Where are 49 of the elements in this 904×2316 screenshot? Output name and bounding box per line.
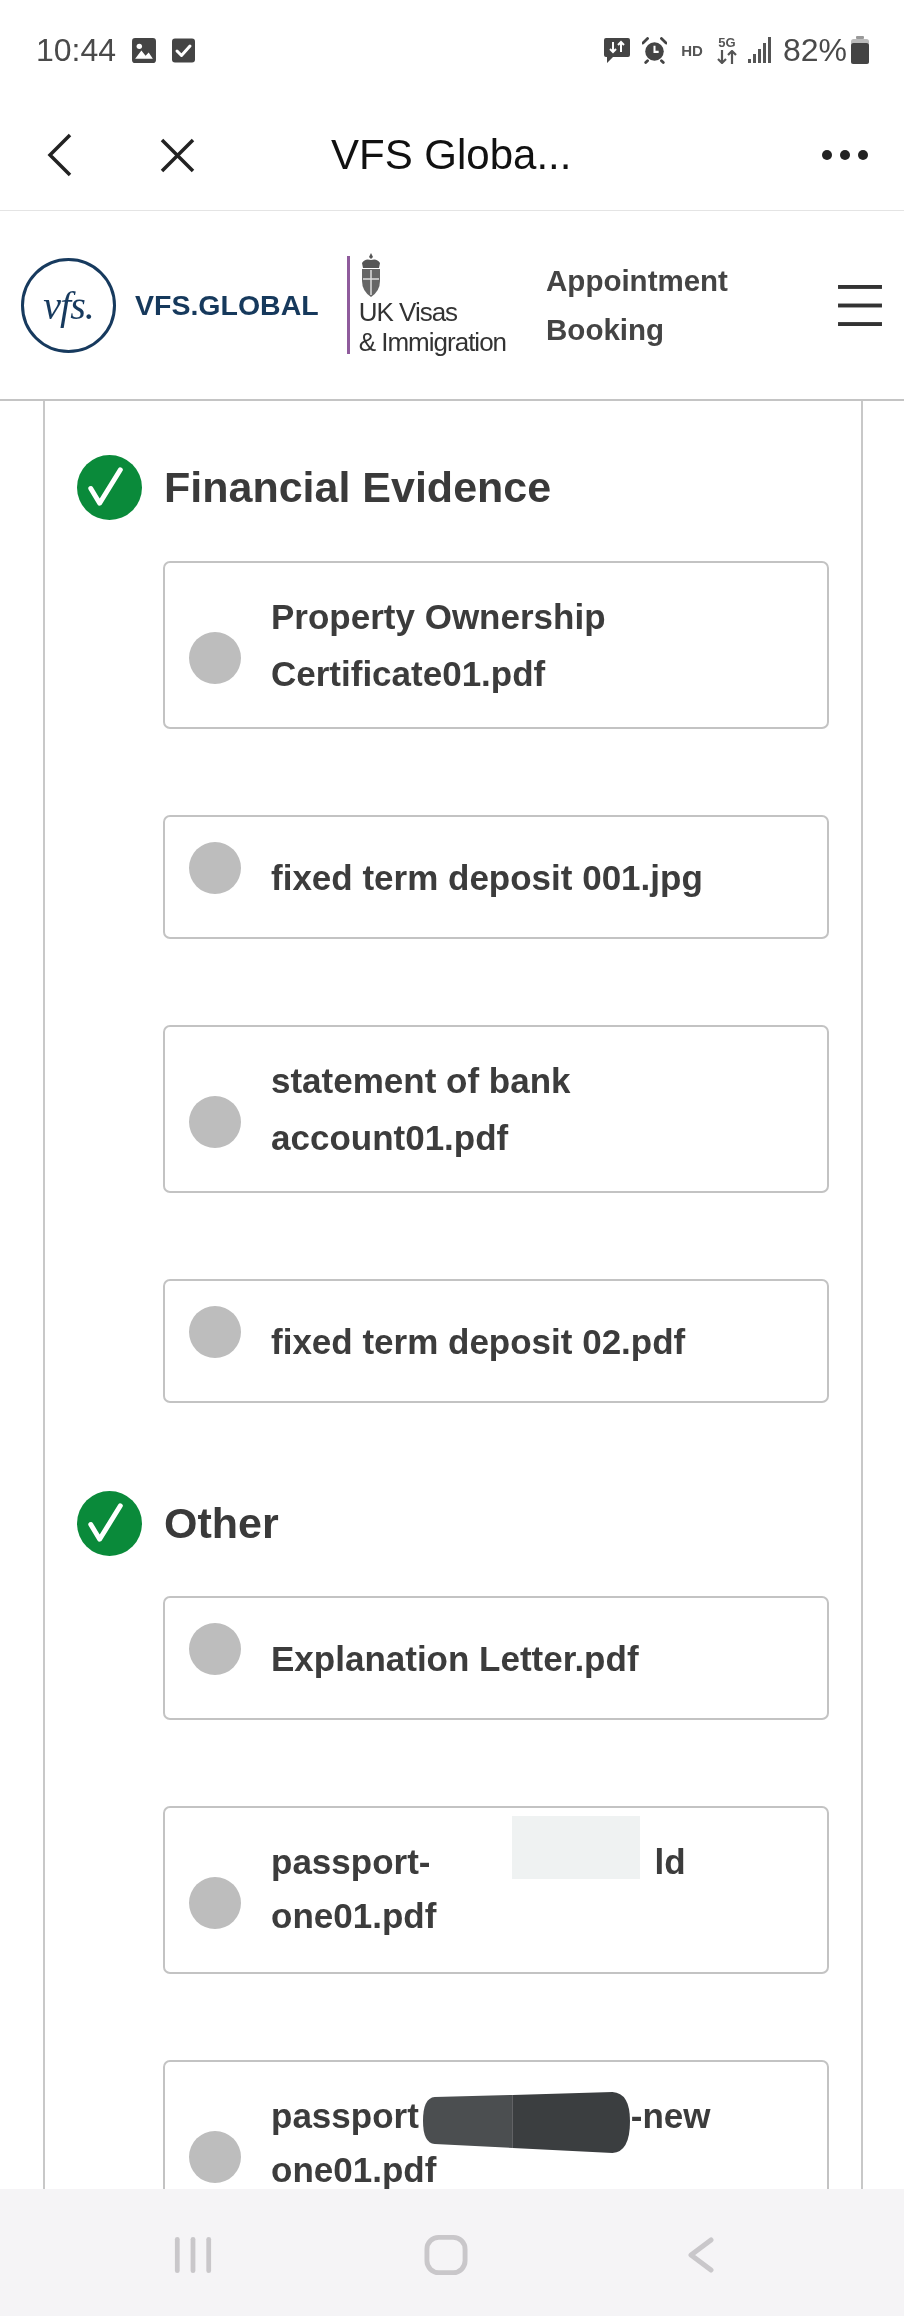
hd-label: HD bbox=[681, 42, 703, 58]
section-title: Financial Evidence bbox=[164, 462, 552, 513]
file-name-end: -new bbox=[630, 2095, 711, 2137]
logo-name: VFS.GLOBAL bbox=[135, 288, 319, 322]
radio-button[interactable] bbox=[189, 2131, 241, 2183]
clock-time: 10:44 bbox=[36, 34, 117, 66]
home-icon[interactable] bbox=[424, 2234, 468, 2276]
message-icon bbox=[603, 36, 632, 64]
radio-button[interactable] bbox=[189, 1623, 241, 1675]
radio-button[interactable] bbox=[189, 1096, 241, 1148]
file-name: fixed term deposit 02.pdf bbox=[271, 1320, 686, 1363]
file-name-end: ld bbox=[654, 1841, 686, 1883]
battery-icon bbox=[851, 36, 869, 64]
file-option[interactable]: passport -new one01.pdf bbox=[163, 2060, 829, 2189]
menu-icon[interactable] bbox=[838, 284, 882, 326]
recent-apps-icon[interactable] bbox=[173, 2235, 213, 2275]
file-option[interactable]: fixed term deposit 02.pdf bbox=[163, 1279, 829, 1403]
section-title: Other bbox=[164, 1498, 279, 1549]
file-name-last-line: one01.pdf bbox=[271, 2152, 438, 2188]
file-name-start: passport bbox=[271, 2095, 419, 2137]
partner-logo-text: UK Visas & Immigration bbox=[358, 297, 507, 357]
file-name-start: passport- bbox=[271, 1841, 431, 1883]
page-title: VFS Globa... bbox=[331, 129, 572, 180]
file-option[interactable]: passport- ld one01.pdf bbox=[163, 1806, 829, 1974]
close-icon[interactable] bbox=[160, 137, 195, 173]
file-name: statement of bank account01.pdf bbox=[271, 1060, 571, 1159]
radio-button[interactable] bbox=[189, 632, 241, 684]
file-name: fixed term deposit 001.jpg bbox=[271, 856, 703, 899]
file-option[interactable]: Property Ownership Certificate01.pdf bbox=[163, 561, 829, 729]
header-title: Appointment Booking bbox=[546, 263, 728, 348]
radio-button[interactable] bbox=[189, 842, 241, 894]
file-option[interactable]: fixed term deposit 001.jpg bbox=[163, 815, 829, 939]
file-name: Property Ownership Certificate01.pdf bbox=[271, 596, 606, 695]
file-option[interactable]: Explanation Letter.pdf bbox=[163, 1596, 829, 1720]
file-option[interactable]: statement of bank account01.pdf bbox=[163, 1025, 829, 1193]
battery-percent: 82% bbox=[782, 34, 847, 66]
alarm-clock-icon bbox=[642, 36, 668, 64]
file-name: Explanation Letter.pdf bbox=[271, 1637, 639, 1680]
image-icon bbox=[132, 37, 157, 63]
more-icon[interactable] bbox=[822, 150, 868, 160]
radio-button[interactable] bbox=[189, 1306, 241, 1358]
radio-button[interactable] bbox=[189, 1877, 241, 1929]
network-type-label: 5G bbox=[718, 36, 736, 49]
data-arrows-icon bbox=[716, 50, 737, 64]
logo-badge: vfs. bbox=[21, 257, 116, 353]
checkbox-icon bbox=[172, 37, 196, 63]
file-name-last-line: one01.pdf bbox=[271, 1898, 438, 1934]
back-icon[interactable] bbox=[47, 133, 72, 177]
signal-icon bbox=[747, 37, 772, 63]
